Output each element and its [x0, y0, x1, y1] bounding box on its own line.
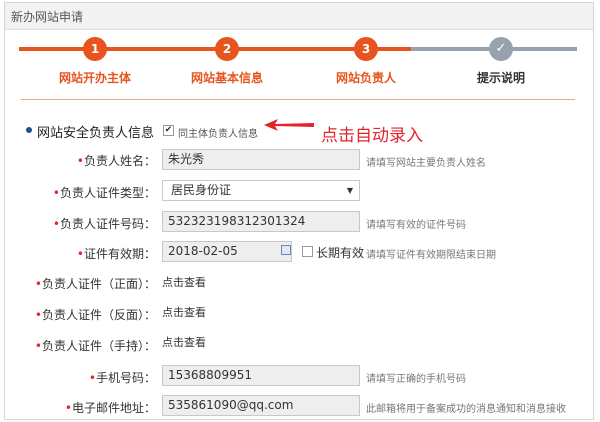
email-label: •电子邮件地址：: [64, 401, 156, 415]
annotation-arrow-icon: [264, 119, 314, 131]
dropdown-arrow-icon: ▼: [346, 186, 353, 195]
required-mark: •: [34, 339, 42, 353]
id-type-select[interactable]: 居民身份证 ▼: [162, 180, 360, 201]
step-1-circle: 1: [83, 37, 107, 61]
stepper-divider: [21, 99, 575, 100]
step-4-label: 提示说明: [476, 71, 525, 85]
step-4-check-icon: ✓: [489, 37, 513, 61]
id-number-label: •负责人证件号码：: [52, 217, 156, 231]
calendar-icon[interactable]: [281, 245, 291, 255]
application-window: 新办网站申请 1 2 3 ✓ 网站开办主体 网站基本信息 网站负责人 提示说明 …: [4, 2, 594, 420]
id-handheld-label: •负责人证件（手持）：: [34, 339, 156, 353]
email-field[interactable]: 535861090@qq.com: [162, 395, 360, 416]
section-bullet-icon: [26, 127, 32, 133]
step-2-label: 网站基本信息: [190, 71, 263, 85]
step-1-label: 网站开办主体: [58, 71, 131, 85]
required-mark: •: [52, 186, 60, 200]
validity-label: •证件有效期：: [76, 247, 156, 261]
phone-field[interactable]: 15368809951: [162, 365, 360, 386]
step-2-circle: 2: [215, 37, 239, 61]
long-term-label[interactable]: 长期有效: [316, 244, 364, 261]
id-front-view-link[interactable]: 点击查看: [162, 274, 206, 290]
required-mark: •: [34, 277, 42, 291]
required-mark: •: [52, 217, 60, 231]
required-mark: •: [34, 308, 42, 322]
id-type-label: •负责人证件类型：: [52, 186, 156, 200]
name-field[interactable]: 朱光秀: [162, 149, 360, 170]
id-handheld-view-link[interactable]: 点击查看: [162, 334, 206, 350]
id-back-view-link[interactable]: 点击查看: [162, 304, 206, 320]
same-as-owner-checkbox[interactable]: ✔: [163, 125, 174, 136]
id-front-label: •负责人证件（正面）：: [34, 277, 156, 291]
name-label: •负责人姓名：: [76, 154, 156, 168]
name-hint: 请填写网站主要负责人姓名: [366, 158, 486, 169]
same-as-owner-label[interactable]: 同主体负责人信息: [178, 125, 258, 140]
phone-label: •手机号码：: [88, 371, 156, 385]
window-title: 新办网站申请: [11, 10, 84, 24]
id-type-value: 居民身份证: [171, 183, 232, 197]
required-mark: •: [76, 247, 84, 261]
id-number-field[interactable]: 532323198312301324: [162, 211, 360, 232]
phone-hint: 请填写正确的手机号码: [366, 374, 466, 385]
required-mark: •: [88, 371, 96, 385]
validity-hint: 请填写证件有效期限结束日期: [366, 250, 496, 261]
required-mark: •: [64, 401, 72, 415]
email-hint: 此邮箱将用于备案成功的消息通知和消息接收: [366, 404, 566, 415]
window-titlebar: 新办网站申请: [5, 3, 593, 30]
annotation-text: 点击自动录入: [321, 126, 423, 146]
validity-date-field[interactable]: 2018-02-05: [162, 241, 292, 262]
step-3-label: 网站负责人: [335, 71, 396, 85]
long-term-checkbox[interactable]: [302, 246, 313, 257]
required-mark: •: [76, 154, 84, 168]
id-number-hint: 请填写有效的证件号码: [366, 220, 466, 231]
id-back-label: •负责人证件（反面）：: [34, 308, 156, 322]
section-title: 网站安全负责人信息: [37, 126, 155, 141]
step-3-circle: 3: [354, 37, 378, 61]
